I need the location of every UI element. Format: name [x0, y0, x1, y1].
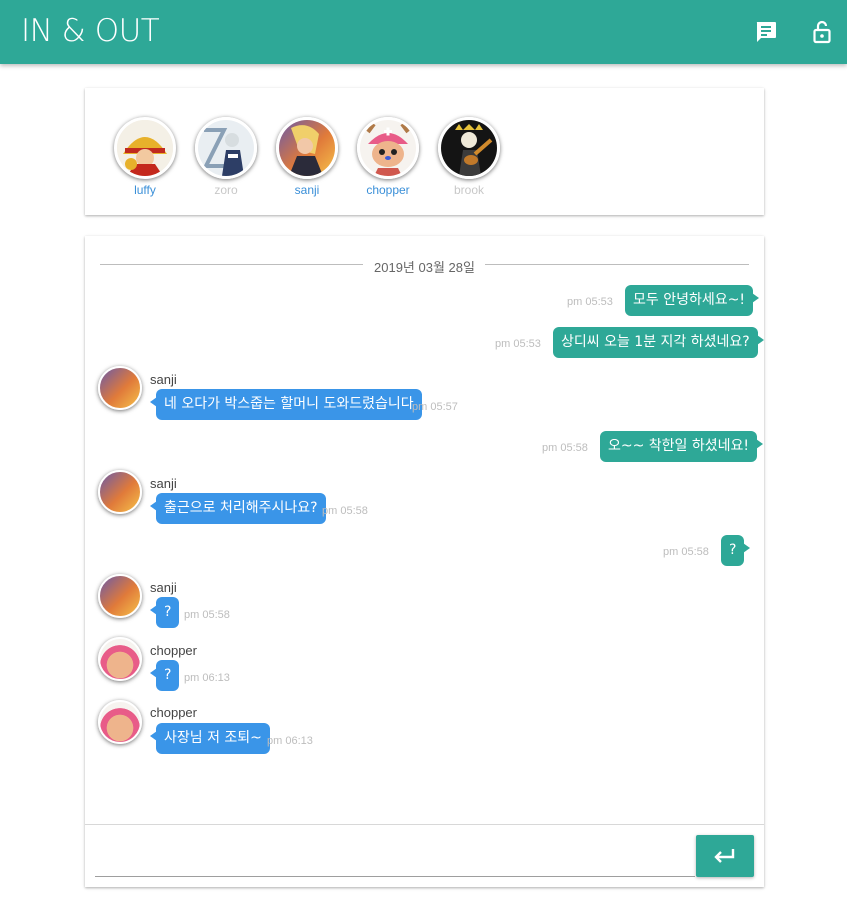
sender-name: chopper [150, 705, 197, 720]
message-time: pm 05:58 [542, 442, 588, 454]
member-name: luffy [134, 183, 156, 197]
avatar [357, 117, 419, 179]
message-bubble-outgoing: 상디씨 오늘 1분 지각 하셨네요? [553, 327, 764, 358]
chat-panel: 2019년 03월 28일 pm 05:53 모두 안녕하세요~! pm 05:… [85, 236, 764, 887]
message-time: pm 06:13 [267, 735, 313, 747]
message-time: pm 05:57 [412, 401, 458, 413]
sender-avatar [98, 700, 142, 744]
date-label: 2019년 03월 28일 [374, 260, 475, 275]
member-name: chopper [366, 183, 410, 197]
message-time: pm 05:58 [663, 546, 709, 558]
sender-avatar [98, 574, 142, 618]
member-brook[interactable]: brook [437, 117, 501, 197]
send-button[interactable] [696, 835, 754, 877]
sender-avatar [98, 637, 142, 681]
message-time: pm 05:58 [184, 609, 230, 621]
message-time: pm 05:53 [495, 338, 541, 350]
sender-name: chopper [150, 643, 197, 658]
message-bubble-incoming: ? [149, 597, 180, 628]
members-panel: luffy zoro sanji chopper brook [85, 88, 764, 215]
message-composer [85, 824, 764, 887]
lock-icon [813, 20, 831, 44]
member-zoro[interactable]: zoro [194, 117, 258, 197]
avatar [276, 117, 338, 179]
sender-name: sanji [150, 476, 177, 491]
message-input[interactable] [95, 835, 695, 877]
message-time: pm 05:58 [322, 505, 368, 517]
member-sanji[interactable]: sanji [275, 117, 339, 197]
avatar [195, 117, 257, 179]
sender-name: sanji [150, 580, 177, 595]
member-name: sanji [294, 183, 320, 197]
message-bubble-incoming: 사장님 저 조퇴~ [150, 723, 270, 754]
message-bubble-incoming: 출근으로 처리해주시나요? [150, 493, 326, 524]
message-bubble-incoming: 네 오다가 박스줍는 할머니 도와드렸습니다 [150, 389, 422, 420]
enter-arrow-icon [714, 849, 735, 863]
sender-avatar [98, 470, 142, 514]
member-name: zoro [214, 183, 238, 197]
logout-button[interactable] [810, 20, 834, 44]
message-bubble-incoming: ? [149, 660, 180, 691]
chat-bubble-icon [756, 22, 776, 42]
app-title: IN & OUT [21, 13, 160, 49]
sender-avatar [98, 366, 142, 410]
message-time: pm 06:13 [184, 672, 230, 684]
app-bar: IN & OUT [0, 0, 847, 64]
message-bubble-outgoing: 모두 안녕하세요~! [625, 285, 759, 316]
message-bubble-outgoing: 오~~ 착한일 하셨네요! [600, 431, 764, 462]
member-name: brook [453, 183, 485, 197]
message-bubble-outgoing: ? [721, 535, 751, 566]
avatar [438, 117, 500, 179]
message-time: pm 05:53 [567, 296, 613, 308]
member-chopper[interactable]: chopper [356, 117, 420, 197]
chat-button[interactable] [754, 20, 778, 44]
member-luffy[interactable]: luffy [113, 117, 177, 197]
sender-name: sanji [150, 372, 177, 387]
avatar [114, 117, 176, 179]
